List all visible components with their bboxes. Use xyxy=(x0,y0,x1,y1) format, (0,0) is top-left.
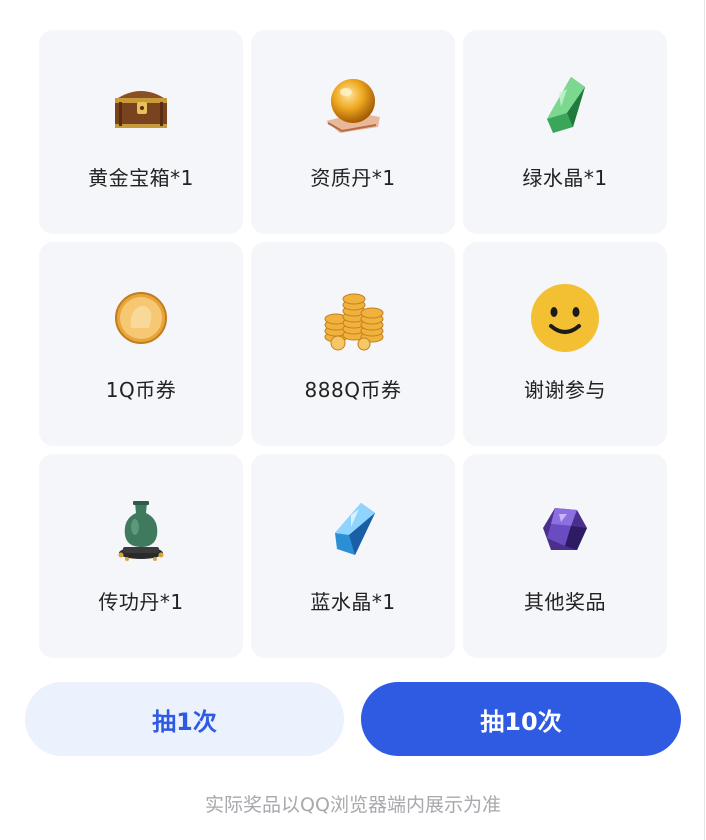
prize-card-1q-coupon[interactable]: 1Q币券 xyxy=(39,242,243,446)
prize-label: 蓝水晶*1 xyxy=(310,590,396,614)
prize-label: 绿水晶*1 xyxy=(522,166,608,190)
prize-label: 1Q币券 xyxy=(105,378,177,402)
golden-pill-icon xyxy=(315,68,391,144)
prize-label: 黄金宝箱*1 xyxy=(88,166,194,190)
prize-card-blue-crystal[interactable]: 蓝水晶*1 xyxy=(251,454,455,658)
prize-card-888q-coupon[interactable]: 888Q币券 xyxy=(251,242,455,446)
prize-card-green-crystal[interactable]: 绿水晶*1 xyxy=(463,30,667,234)
gold-coin-icon xyxy=(103,280,179,356)
prize-label: 其他奖品 xyxy=(524,590,606,614)
smiley-icon xyxy=(527,280,603,356)
prize-card-other[interactable]: 其他奖品 xyxy=(463,454,667,658)
coin-pile-icon xyxy=(315,280,391,356)
prize-label: 资质丹*1 xyxy=(310,166,396,190)
prize-label: 传功丹*1 xyxy=(98,590,184,614)
purple-gem-icon xyxy=(527,492,603,568)
footer-note: 实际奖品以QQ浏览器端内展示为准 xyxy=(205,794,501,816)
prize-grid: 黄金宝箱*1 资质丹*1 绿水晶*1 1Q币券 888Q币券 谢谢参与 传功丹*… xyxy=(39,30,667,658)
prize-label: 谢谢参与 xyxy=(524,378,606,402)
prize-card-thanks[interactable]: 谢谢参与 xyxy=(463,242,667,446)
draw-once-button[interactable]: 抽1次 xyxy=(25,682,344,756)
prize-card-transmission-pill[interactable]: 传功丹*1 xyxy=(39,454,243,658)
draw-ten-button[interactable]: 抽10次 xyxy=(361,682,681,756)
prize-card-gold-chest[interactable]: 黄金宝箱*1 xyxy=(39,30,243,234)
blue-crystal-icon xyxy=(315,492,391,568)
prize-label: 888Q币券 xyxy=(304,378,402,402)
prize-card-qualification-pill[interactable]: 资质丹*1 xyxy=(251,30,455,234)
right-divider xyxy=(704,0,705,840)
treasure-chest-icon xyxy=(103,68,179,144)
green-crystal-icon xyxy=(527,68,603,144)
jade-vase-icon xyxy=(103,492,179,568)
